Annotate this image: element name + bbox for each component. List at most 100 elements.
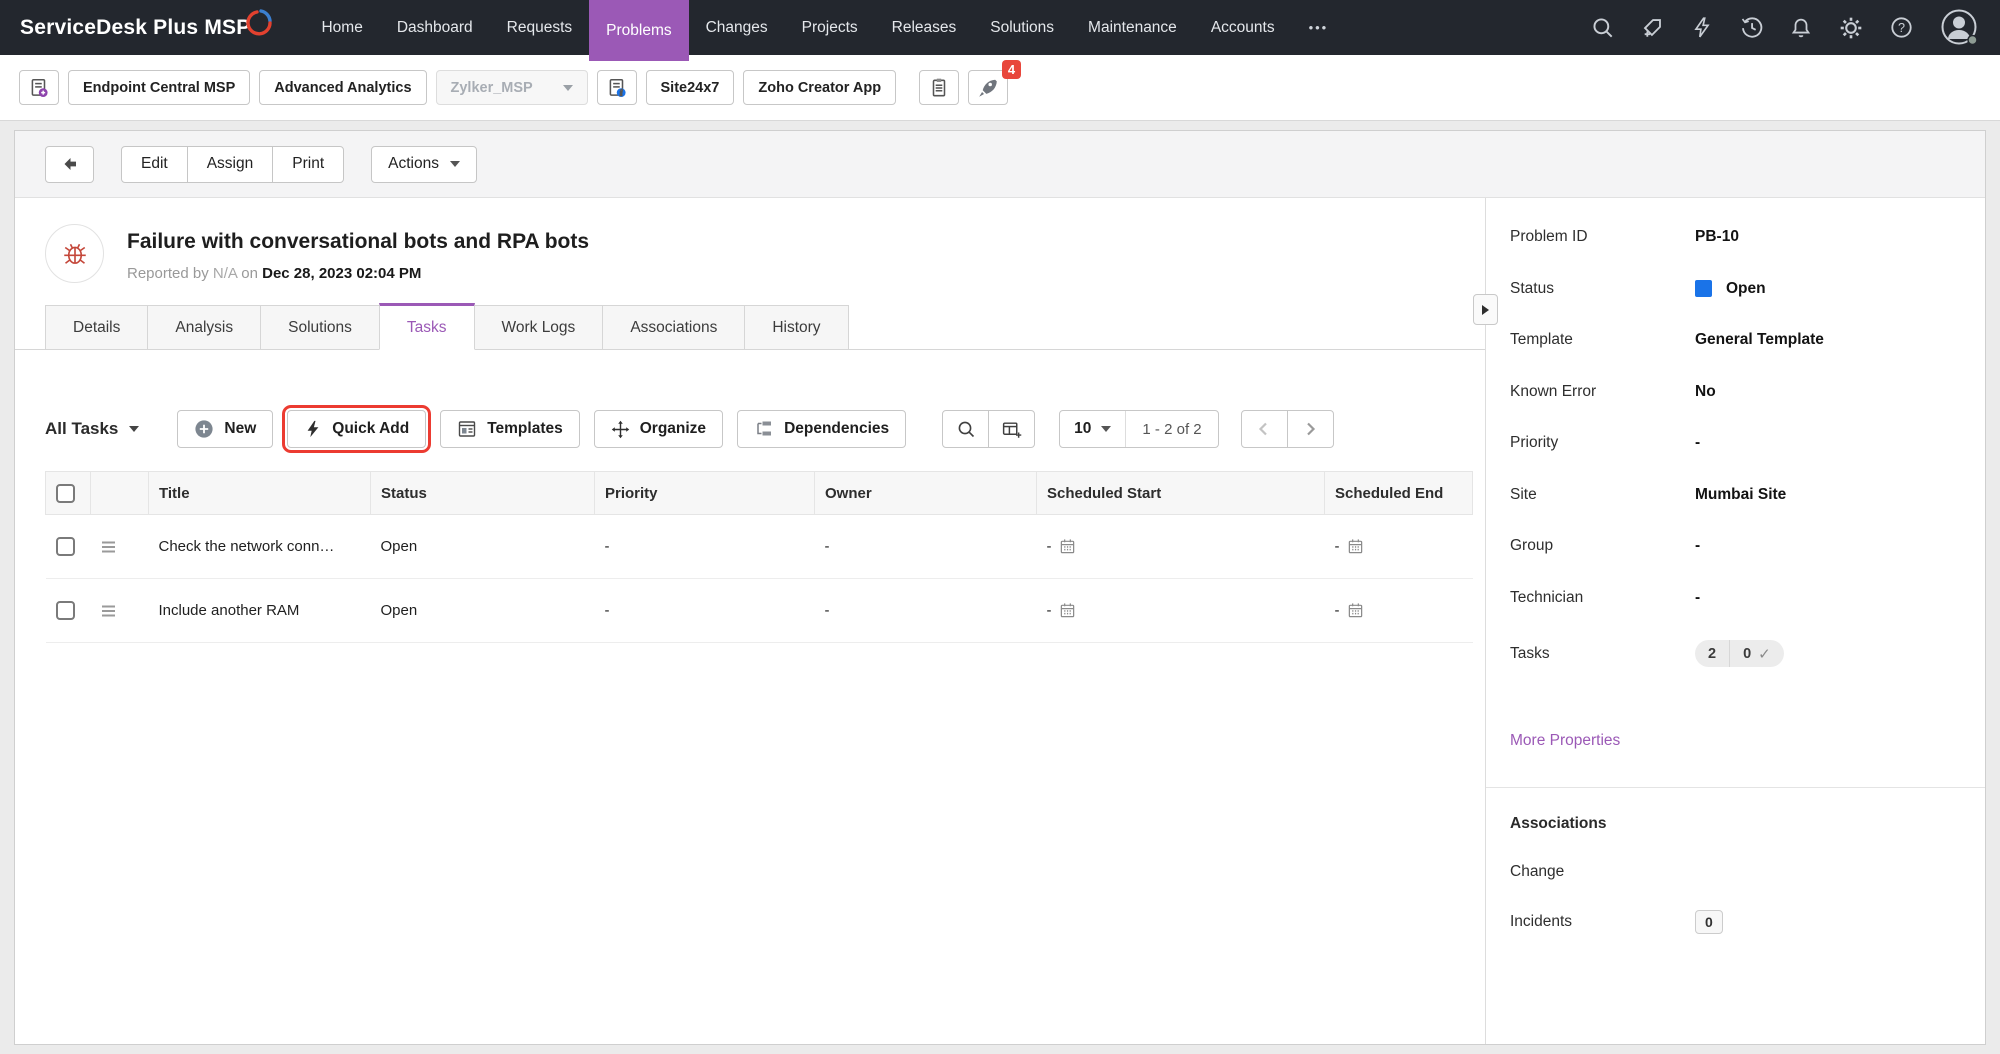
nav-solutions[interactable]: Solutions — [973, 0, 1071, 55]
next-page-button[interactable] — [1287, 410, 1334, 448]
field-technician: Technician - — [1486, 589, 1985, 607]
tasks-completed-count: 0 — [1743, 646, 1751, 662]
history-icon[interactable] — [1740, 16, 1763, 39]
advanced-analytics-button[interactable]: Advanced Analytics — [259, 70, 426, 105]
column-priority[interactable]: Priority — [595, 472, 815, 515]
tab-work-logs[interactable]: Work Logs — [474, 305, 604, 350]
dependencies-button[interactable]: Dependencies — [737, 410, 906, 448]
actions-dropdown[interactable]: Actions — [371, 146, 477, 183]
select-all-checkbox[interactable] — [56, 484, 75, 503]
nav-home[interactable]: Home — [304, 0, 379, 55]
column-status[interactable]: Status — [371, 472, 595, 515]
templates-icon — [457, 419, 477, 439]
tab-analysis[interactable]: Analysis — [147, 305, 261, 350]
search-tasks-button[interactable] — [942, 410, 989, 448]
nav-requests[interactable]: Requests — [490, 0, 589, 55]
field-problem-id: Problem ID PB-10 — [1486, 228, 1985, 246]
column-scheduled-start[interactable]: Scheduled Start — [1037, 472, 1325, 515]
prev-page-chevron — [1256, 421, 1272, 437]
quick-add-button[interactable]: Quick Add — [287, 410, 426, 448]
tab-history[interactable]: History — [744, 305, 848, 350]
task-scheduled-start: - — [1047, 538, 1052, 555]
tasks-count-pill[interactable]: 2 0 ✓ — [1695, 640, 1784, 667]
problem-main-panel: Failure with conversational bots and RPA… — [15, 198, 1485, 1044]
tab-tasks[interactable]: Tasks — [379, 303, 475, 350]
task-scheduled-end: - — [1335, 538, 1340, 555]
drag-handle-icon[interactable] — [101, 604, 117, 618]
check-icon: ✓ — [1758, 645, 1771, 663]
logo-swirl-icon — [246, 6, 274, 42]
record-buttons-group: Edit Assign Print — [121, 146, 344, 183]
print-button[interactable]: Print — [272, 146, 344, 183]
nav-projects[interactable]: Projects — [785, 0, 875, 55]
calendar-icon[interactable] — [1347, 538, 1364, 555]
problem-title: Failure with conversational bots and RPA… — [127, 230, 589, 254]
app-logo-text: ServiceDesk Plus MSP — [20, 16, 250, 40]
task-title[interactable]: Include another RAM — [149, 579, 371, 643]
back-button[interactable] — [45, 146, 94, 183]
account-picker-dropdown[interactable]: Zylker_MSP — [436, 70, 588, 105]
assign-button[interactable]: Assign — [187, 146, 274, 183]
nav-accounts[interactable]: Accounts — [1194, 0, 1292, 55]
edit-button[interactable]: Edit — [121, 146, 188, 183]
task-title[interactable]: Check the network conn… — [149, 515, 371, 579]
quick-actions-bolt-icon[interactable] — [1691, 16, 1713, 39]
svg-text:?: ? — [1898, 21, 1905, 35]
nav-changes[interactable]: Changes — [689, 0, 785, 55]
add-column-button[interactable] — [988, 410, 1035, 448]
help-icon[interactable]: ? — [1890, 16, 1913, 39]
site24x7-button[interactable]: Site24x7 — [646, 70, 735, 105]
column-owner[interactable]: Owner — [815, 472, 1037, 515]
add-column-icon — [1001, 419, 1022, 440]
field-template: Template General Template — [1486, 331, 1985, 349]
nav-releases[interactable]: Releases — [875, 0, 974, 55]
more-properties-link[interactable]: More Properties — [1510, 732, 1620, 750]
row-checkbox[interactable] — [56, 537, 75, 556]
announcement-count-badge[interactable]: 4 — [1002, 60, 1021, 79]
app-logo[interactable]: ServiceDesk Plus MSP — [20, 0, 274, 55]
notifications-bell-icon[interactable] — [1790, 16, 1812, 39]
tasks-total-count: 2 — [1695, 640, 1729, 667]
calendar-icon[interactable] — [1347, 602, 1364, 619]
new-task-button[interactable]: New — [177, 410, 273, 448]
tab-solutions[interactable]: Solutions — [260, 305, 380, 350]
calendar-icon[interactable] — [1059, 602, 1076, 619]
page-size-dropdown[interactable]: 10 — [1060, 411, 1126, 447]
task-filter-dropdown[interactable]: All Tasks — [45, 419, 139, 439]
ticket-add-icon[interactable] — [1641, 16, 1664, 39]
search-icon[interactable] — [1591, 16, 1614, 39]
request-template-icon[interactable] — [19, 70, 59, 105]
row-checkbox[interactable] — [56, 601, 75, 620]
user-avatar[interactable] — [1940, 8, 1980, 48]
resource-info-icon[interactable]: i — [597, 70, 637, 105]
triangle-right-icon — [1482, 305, 1489, 315]
new-plus-icon — [194, 419, 214, 439]
endpoint-central-button[interactable]: Endpoint Central MSP — [68, 70, 250, 105]
clipboard-icon[interactable] — [919, 70, 959, 105]
nav-more-icon[interactable]: ••• — [1292, 0, 1346, 55]
tab-details[interactable]: Details — [45, 305, 148, 350]
column-scheduled-end[interactable]: Scheduled End — [1325, 472, 1473, 515]
app-shortcut-bar: Endpoint Central MSP Advanced Analytics … — [0, 55, 2000, 121]
incidents-count-badge[interactable]: 0 — [1695, 910, 1723, 934]
calendar-icon[interactable] — [1059, 538, 1076, 555]
zoho-creator-button[interactable]: Zoho Creator App — [743, 70, 896, 105]
tab-associations[interactable]: Associations — [602, 305, 745, 350]
organize-button[interactable]: Organize — [594, 410, 723, 448]
reporter-name: N/A — [213, 265, 237, 282]
nav-maintenance[interactable]: Maintenance — [1071, 0, 1194, 55]
nav-problems[interactable]: Problems — [589, 0, 688, 61]
nav-dashboard[interactable]: Dashboard — [380, 0, 490, 55]
drag-handle-icon[interactable] — [101, 540, 117, 554]
problem-bug-icon — [45, 224, 104, 283]
pagination-range-label: 1 - 2 of 2 — [1126, 411, 1217, 447]
templates-button[interactable]: Templates — [440, 410, 580, 448]
problem-detail-card: Edit Assign Print Actions — [14, 130, 1986, 1045]
settings-gear-icon[interactable] — [1839, 16, 1863, 40]
column-title[interactable]: Title — [149, 472, 371, 515]
problem-tabs: Details Analysis Solutions Tasks Work Lo… — [15, 303, 1485, 350]
prev-page-button[interactable] — [1241, 410, 1288, 448]
search-icon — [956, 419, 976, 439]
task-priority: - — [595, 579, 815, 643]
collapse-panel-arrow[interactable] — [1473, 294, 1498, 325]
